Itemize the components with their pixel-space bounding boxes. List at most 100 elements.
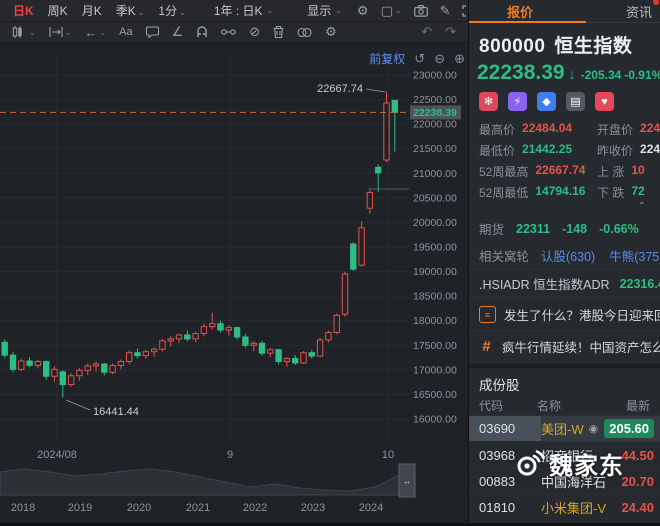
- comment-tool-icon[interactable]: [140, 26, 165, 38]
- settings-gear-icon[interactable]: ⚙: [352, 3, 374, 19]
- stat-label: 下 跌: [597, 184, 624, 201]
- annotation-line: [366, 89, 385, 92]
- drawing-settings-gear-icon[interactable]: ⚙: [319, 24, 343, 40]
- candlestick-chart[interactable]: 23000.0022500.0022000.0021500.0021000.00…: [0, 43, 468, 523]
- candle-body: [210, 324, 215, 327]
- candle-body: [176, 335, 181, 339]
- trendline-tool-icon[interactable]: ∠: [166, 24, 190, 40]
- camera-icon[interactable]: [409, 5, 433, 17]
- measure-tool-icon[interactable]: [215, 27, 242, 37]
- tag-badge[interactable]: ◆: [537, 92, 556, 111]
- stock-name-cell: 中国海洋石: [541, 472, 606, 491]
- chart-style-icon[interactable]: ⌄: [6, 26, 42, 38]
- kline-tab-周K[interactable]: 周K: [41, 4, 75, 18]
- news-list: ≡发生了什么？港股今日迎来回调#疯牛行情延续！中国资产怎么: [469, 298, 660, 363]
- kline-tab-日K[interactable]: 日K: [6, 4, 41, 18]
- hide-drawings-icon[interactable]: ⊘: [243, 24, 266, 40]
- candle-body: [68, 376, 73, 385]
- x-axis-tick: 2024/08: [37, 449, 77, 461]
- price-row: 22238.39 ↓ -205.34 -0.91%: [477, 61, 652, 85]
- adr-row[interactable]: .HSIADR 恒生指数ADR 22316.42: [469, 269, 660, 298]
- range-period-selector[interactable]: 1年 : 日K⌄: [209, 2, 278, 19]
- table-row[interactable]: 03968招商银行44.50: [469, 441, 660, 467]
- stat-label: 最高价: [479, 121, 515, 138]
- interval-tool-icon[interactable]: ⌄: [43, 27, 78, 37]
- watching-eye-icon[interactable]: ◉: [589, 422, 599, 435]
- stat-value: 22484: [640, 121, 660, 138]
- redo-icon[interactable]: ↷: [439, 24, 462, 40]
- y-axis-tick: 16500.00: [413, 389, 457, 401]
- col-last: 最新: [626, 397, 650, 414]
- candle-body: [193, 333, 198, 338]
- last-price-cell: 205.60: [604, 419, 654, 438]
- adjust-mode-button[interactable]: 前复权: [369, 50, 405, 67]
- collapse-chevron-icon[interactable]: ⌃: [638, 201, 646, 212]
- news-item[interactable]: ≡发生了什么？港股今日迎来回调: [469, 298, 660, 331]
- navigator-handle-icon[interactable]: ↔: [403, 476, 412, 486]
- candle-body: [143, 352, 148, 356]
- call-warrants-link[interactable]: 认股(630): [541, 246, 595, 265]
- futures-row[interactable]: 期货 22311 -148 -0.66%: [469, 215, 660, 242]
- candle-body: [276, 350, 281, 362]
- undo-icon[interactable]: ↶: [415, 24, 438, 40]
- y-axis-tick: 23000.00: [413, 70, 457, 82]
- y-axis-tick: 18500.00: [413, 291, 457, 303]
- stat-label: 开盘价: [597, 121, 633, 138]
- warrants-row: 相关窝轮 认股(630) 牛熊(3753): [469, 242, 660, 269]
- candle-body: [160, 341, 165, 349]
- hk-market-badge[interactable]: ✻: [479, 92, 498, 111]
- layout-select-icon[interactable]: ▢⌄: [376, 3, 407, 19]
- candle-body: [185, 335, 190, 339]
- futures-price: 22311: [516, 222, 550, 236]
- kline-tab-季K[interactable]: 季K⌄: [109, 4, 152, 18]
- navigator-year-label: 2023: [301, 502, 325, 514]
- bull-bear-link[interactable]: 牛熊(3753): [609, 246, 660, 265]
- display-menu-button[interactable]: 显示⌄: [302, 2, 347, 19]
- table-row[interactable]: 00883中国海洋石20.70: [469, 468, 660, 494]
- candlestick-chart-area[interactable]: 前复权 ↺ ⊖ ⊕ 23000.0022500.0022000.0021500.…: [0, 43, 468, 523]
- candle-body: [309, 353, 314, 356]
- overlay-compare-icon[interactable]: [291, 27, 318, 38]
- news-text: 发生了什么？港股今日迎来回调: [504, 305, 660, 324]
- col-code: 代码: [479, 397, 503, 414]
- chevron-down-icon: ⌄: [65, 28, 72, 37]
- document-badge[interactable]: ▤: [566, 92, 585, 111]
- drawing-toolbar: ⌄ ⌄ ←⌄ Aa ∠ ⊘ ⚙: [0, 22, 468, 43]
- zoom-in-icon[interactable]: ⊕: [454, 51, 465, 67]
- chart-controls: 前复权 ↺ ⊖ ⊕: [369, 50, 465, 67]
- last-price-cell: 24.40: [621, 500, 654, 515]
- current-price-tag-text: 22238.39: [413, 107, 457, 119]
- futures-change-pct: -0.66%: [599, 222, 639, 236]
- candle-body: [268, 350, 273, 353]
- candle-body: [218, 324, 223, 330]
- y-axis-tick: 19000.00: [413, 266, 457, 278]
- magnet-tool-icon[interactable]: [190, 26, 214, 38]
- text-tool-icon[interactable]: Aa: [113, 26, 138, 38]
- kline-tab-月K[interactable]: 月K: [75, 4, 109, 18]
- table-row[interactable]: 01810小米集团-V24.40: [469, 494, 660, 520]
- arrow-tool-icon[interactable]: ←⌄: [78, 25, 112, 40]
- high-annotation: 22667.74: [317, 83, 363, 95]
- chevron-down-icon: ⌄: [267, 6, 274, 15]
- tab-quote[interactable]: 报价: [507, 2, 533, 21]
- trash-icon[interactable]: [267, 26, 290, 38]
- candle-body: [93, 364, 98, 366]
- stock-name-cell: 美团-W: [541, 419, 584, 438]
- lightning-badge[interactable]: ⚡: [508, 92, 527, 111]
- news-item[interactable]: #疯牛行情延续！中国资产怎么: [469, 331, 660, 363]
- chevron-down-icon: ⌄: [395, 6, 402, 15]
- pencil-draw-icon[interactable]: ✎: [435, 3, 456, 19]
- stat-value: 10: [631, 163, 644, 180]
- candle-body: [234, 328, 239, 337]
- candle-body: [52, 369, 57, 376]
- reset-zoom-icon[interactable]: ↺: [414, 51, 425, 67]
- table-row[interactable]: 03690美团-W◉205.60: [469, 415, 660, 441]
- kline-tab-1分[interactable]: 1分⌄: [151, 4, 192, 18]
- tab-news[interactable]: 资讯: [626, 2, 652, 21]
- favorite-badge[interactable]: ♥: [595, 92, 614, 111]
- navigator-strip[interactable]: [0, 469, 409, 495]
- y-axis-tick: 21000.00: [413, 168, 457, 180]
- zoom-out-icon[interactable]: ⊖: [434, 51, 445, 67]
- y-axis-tick: 18000.00: [413, 315, 457, 327]
- navigator-year-label: 2018: [11, 502, 35, 514]
